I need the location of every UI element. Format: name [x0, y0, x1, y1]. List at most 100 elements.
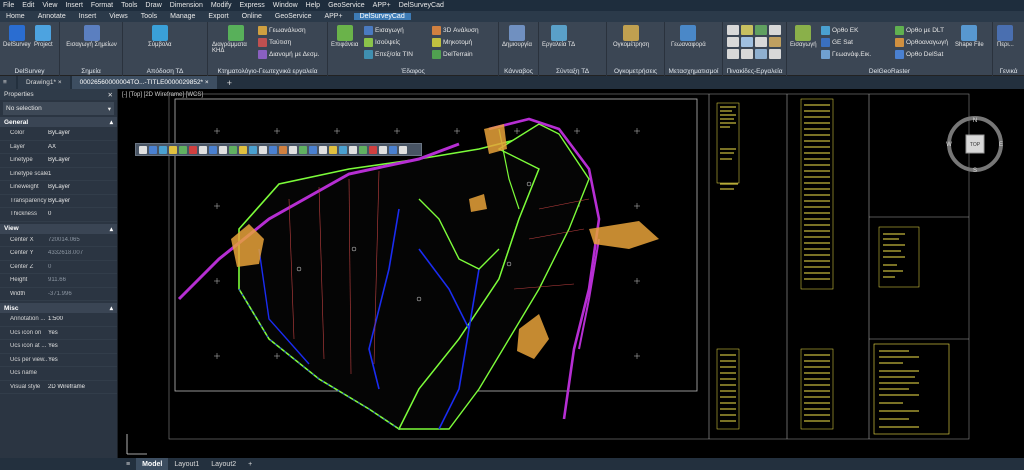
- menu-item[interactable]: View: [42, 2, 57, 9]
- td-tools-button[interactable]: Εργαλεία ΤΔ: [542, 25, 575, 48]
- property-row[interactable]: Transparency ByLayer: [0, 195, 117, 208]
- property-row[interactable]: Ucs per view... Yes: [0, 354, 117, 367]
- geoanalysis-button[interactable]: Γεωανάλυση: [258, 26, 306, 35]
- ribbon-tab[interactable]: APP+: [322, 13, 344, 20]
- delsurvey-button[interactable]: DelSurvey: [3, 25, 31, 48]
- tool-icon[interactable]: [139, 145, 147, 154]
- menu-item[interactable]: Modify: [211, 2, 232, 9]
- selection-dropdown[interactable]: No selection ▾: [3, 102, 114, 115]
- shape-file-button[interactable]: Shape File: [955, 25, 984, 48]
- menu-item[interactable]: Window: [273, 2, 298, 9]
- tool-icon[interactable]: [309, 145, 317, 154]
- tool-icon[interactable]: [259, 145, 267, 154]
- menu-item[interactable]: Tools: [121, 2, 137, 9]
- tool-icon[interactable]: [319, 145, 327, 154]
- drawing-viewport[interactable]: [-] [Top] [2D Wireframe] [WCS] TOP N S E…: [119, 89, 1024, 458]
- tool-icon[interactable]: [289, 145, 297, 154]
- orthorectify-button[interactable]: Ορθοαναγωγή: [895, 38, 948, 47]
- close-icon[interactable]: ✕: [108, 91, 113, 99]
- tool-icon[interactable]: [239, 145, 247, 154]
- menu-item[interactable]: DelSurveyCad: [399, 2, 444, 9]
- symbols-button[interactable]: Σύμβολα: [148, 25, 172, 48]
- menu-item[interactable]: APP+: [373, 2, 391, 9]
- about-button[interactable]: Περι...: [997, 25, 1014, 48]
- property-value[interactable]: AX: [48, 144, 117, 150]
- menu-item[interactable]: GeoService: [328, 2, 365, 9]
- menu-item[interactable]: Insert: [65, 2, 83, 9]
- tool-icon[interactable]: [389, 145, 397, 154]
- ribbon-tab[interactable]: Online: [240, 13, 264, 20]
- ortho-delsat-button[interactable]: Ορθο DelSat: [895, 50, 943, 59]
- property-value[interactable]: ByLayer: [48, 157, 117, 163]
- ribbon-tab[interactable]: Views: [107, 13, 130, 20]
- doc-tab-active[interactable]: 00026560000004TO...-TITLE0000029852* ×: [71, 76, 217, 89]
- menu-item[interactable]: Draw: [145, 2, 161, 9]
- tab-layout1[interactable]: Layout1: [168, 458, 205, 470]
- property-row[interactable]: Height 911.66: [0, 274, 117, 288]
- property-value[interactable]: Yes: [48, 357, 117, 363]
- property-value[interactable]: 1:500: [48, 316, 117, 322]
- new-tab-button[interactable]: +: [219, 76, 240, 89]
- georeference-button[interactable]: Γεωαναφορά: [671, 25, 706, 48]
- property-value[interactable]: -371.996: [48, 291, 117, 297]
- property-value[interactable]: ByLayer: [48, 130, 117, 136]
- property-value[interactable]: ByLayer: [48, 184, 117, 190]
- property-row[interactable]: Visual style 2D Wireframe: [0, 381, 117, 394]
- property-row[interactable]: Center X 720014.065: [0, 234, 117, 247]
- property-row[interactable]: Center Z 0: [0, 261, 117, 274]
- menu-item[interactable]: Format: [91, 2, 113, 9]
- khd-diagrams-button[interactable]: Διαγράμματα ΚΗΔ: [212, 25, 260, 54]
- tool-icon[interactable]: [349, 145, 357, 154]
- property-value[interactable]: Yes: [48, 343, 117, 349]
- table-icon[interactable]: [755, 37, 767, 47]
- menu-item[interactable]: Express: [239, 2, 264, 9]
- close-icon[interactable]: ×: [205, 79, 209, 86]
- property-row[interactable]: Color ByLayer: [0, 127, 117, 141]
- property-row[interactable]: Ucs name: [0, 367, 117, 381]
- tool-icon[interactable]: [279, 145, 287, 154]
- property-value[interactable]: Yes: [48, 330, 117, 336]
- raster-import-button[interactable]: Εισαγωγή: [790, 25, 817, 48]
- georef-image-button[interactable]: Γεωανάφ.Εικ.: [821, 50, 871, 59]
- create-grid-button[interactable]: Δημιουργία: [502, 25, 532, 48]
- tool-icon[interactable]: [179, 145, 187, 154]
- ortho-ek-button[interactable]: Ορθο ΕΚ: [821, 26, 858, 35]
- property-value[interactable]: 0: [48, 211, 117, 217]
- close-icon[interactable]: [399, 145, 407, 154]
- table-icon[interactable]: [741, 25, 753, 35]
- menu-icon[interactable]: ≡: [120, 458, 136, 470]
- property-row[interactable]: Center Y 4332618.007: [0, 247, 117, 261]
- tool-icon[interactable]: [329, 145, 337, 154]
- property-value[interactable]: 1: [48, 171, 117, 177]
- table-icon[interactable]: [755, 49, 767, 59]
- ribbon-tab[interactable]: DelSurveyCad: [353, 13, 411, 20]
- table-icon[interactable]: [741, 37, 753, 47]
- property-row[interactable]: Linetype scale 1: [0, 168, 117, 181]
- ribbon-tab[interactable]: Annotate: [36, 13, 68, 20]
- view-cube[interactable]: TOP N S E W: [944, 113, 1008, 177]
- property-value[interactable]: 4332618.007: [48, 250, 117, 256]
- tool-icon[interactable]: [159, 145, 167, 154]
- menu-icon[interactable]: ≡: [0, 76, 16, 89]
- close-icon[interactable]: ×: [58, 79, 62, 86]
- tool-icon[interactable]: [169, 145, 177, 154]
- property-row[interactable]: Width -371.996: [0, 288, 117, 301]
- tin-edit-button[interactable]: Επεξ/σία TIN: [364, 50, 413, 59]
- tool-icon[interactable]: [269, 145, 277, 154]
- tool-icon[interactable]: [369, 145, 377, 154]
- tool-icon[interactable]: [339, 145, 347, 154]
- tool-icon[interactable]: [189, 145, 197, 154]
- ge-sat-button[interactable]: GE Sat: [821, 38, 853, 47]
- tool-icon[interactable]: [149, 145, 157, 154]
- ortho-dlt-button[interactable]: Ορθο με DLT: [895, 26, 944, 35]
- tool-icon[interactable]: [249, 145, 257, 154]
- section-view[interactable]: View ▴: [0, 223, 117, 234]
- doc-tab-drawing1[interactable]: Drawing1* ×: [18, 76, 70, 89]
- terrain-import-button[interactable]: Εισαγωγή: [364, 26, 404, 35]
- property-row[interactable]: Thickness 0: [0, 208, 117, 222]
- property-row[interactable]: Layer AX: [0, 141, 117, 154]
- tab-model[interactable]: Model: [136, 458, 169, 470]
- ribbon-tab[interactable]: Insert: [77, 13, 99, 20]
- table-icon[interactable]: [741, 49, 753, 59]
- table-icon[interactable]: [769, 25, 781, 35]
